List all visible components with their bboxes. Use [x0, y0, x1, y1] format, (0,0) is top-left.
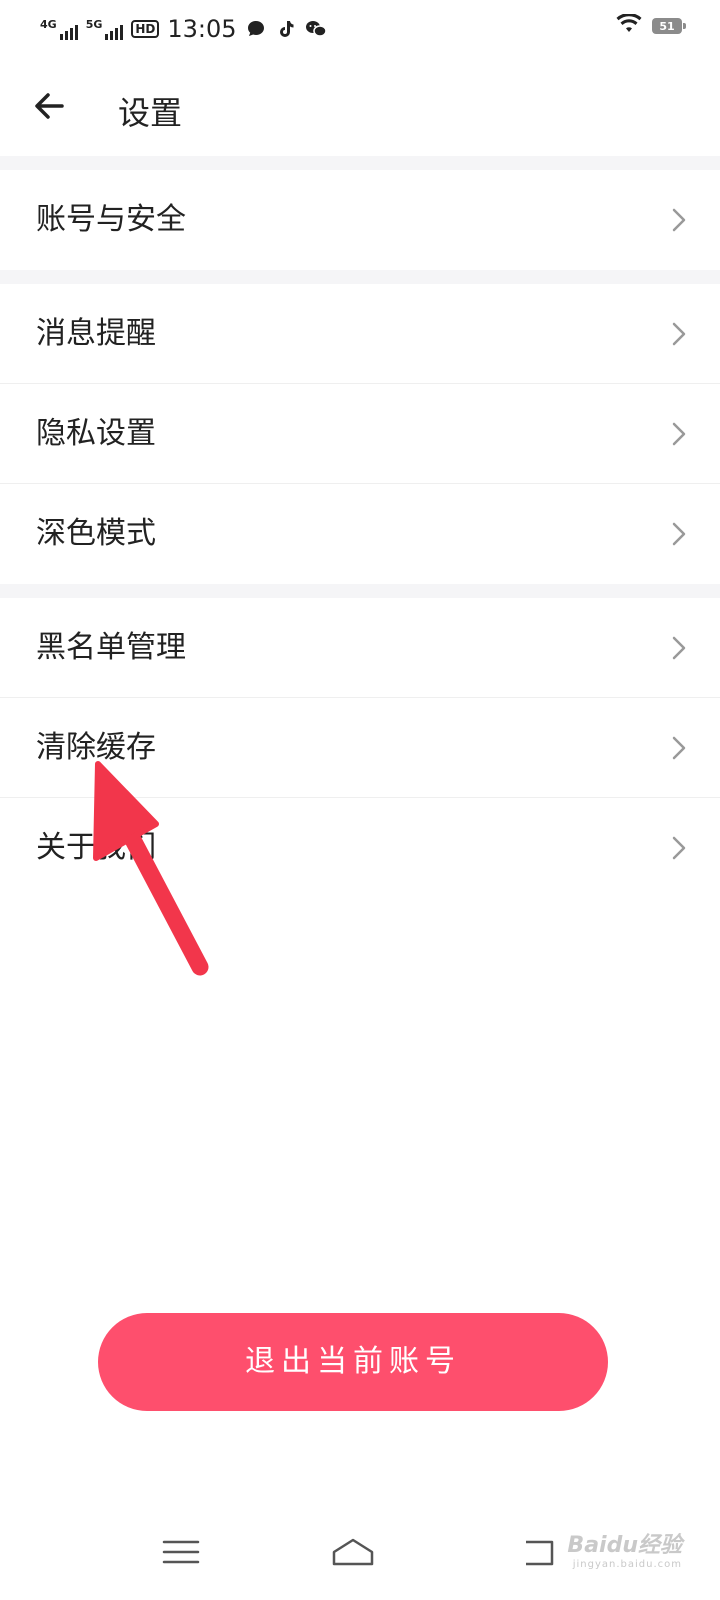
menu-item-label: 消息提醒 — [36, 316, 156, 351]
wifi-icon — [616, 13, 642, 38]
menu-icon[interactable] — [156, 1532, 206, 1572]
chevron-right-icon — [672, 836, 686, 860]
battery-icon: 51 — [652, 18, 686, 34]
watermark-text: Baidu经验 — [567, 1533, 682, 1558]
wechat-icon — [305, 18, 327, 40]
home-icon[interactable] — [328, 1532, 378, 1572]
section-divider — [0, 584, 720, 598]
section-divider — [0, 270, 720, 284]
menu-item-label: 关于我们 — [36, 830, 156, 865]
status-bar: 4G 5G HD 13:05 51 — [0, 0, 720, 60]
menu-item-label: 深色模式 — [36, 516, 156, 551]
network-type-label: 5G — [85, 18, 103, 31]
menu-item-blacklist[interactable]: 黑名单管理 — [0, 598, 720, 698]
page-title: 设置 — [118, 94, 183, 132]
network-type-label: 4G — [40, 18, 57, 31]
message-bubble-icon — [245, 18, 267, 40]
hd-voice-icon: HD — [131, 20, 160, 38]
chevron-right-icon — [672, 636, 686, 660]
page-header: 设置 — [0, 60, 720, 156]
menu-item-clear-cache[interactable]: 清除缓存 — [0, 698, 720, 798]
watermark-url: jingyan.baidu.com — [572, 1559, 682, 1570]
cell-signal-5g-icon: 5G — [86, 18, 124, 40]
menu-item-dark-mode[interactable]: 深色模式 — [0, 484, 720, 584]
system-nav-bar: Baidu经验 jingyan.baidu.com — [0, 1510, 720, 1600]
chevron-right-icon — [672, 422, 686, 446]
chevron-right-icon — [672, 208, 686, 232]
menu-item-label: 清除缓存 — [36, 730, 156, 765]
watermark-logo: Baidu经验 jingyan.baidu.com — [567, 1527, 682, 1570]
clock: 13:05 — [167, 15, 237, 43]
cell-signal-4g-icon: 4G — [40, 18, 78, 40]
chevron-right-icon — [672, 322, 686, 346]
menu-item-notifications[interactable]: 消息提醒 — [0, 284, 720, 384]
menu-item-about-us[interactable]: 关于我们 — [0, 798, 720, 898]
chevron-right-icon — [672, 522, 686, 546]
menu-item-label: 隐私设置 — [36, 416, 156, 451]
back-nav-icon[interactable] — [514, 1532, 564, 1572]
logout-button[interactable]: 退出当前账号 — [98, 1313, 608, 1411]
menu-item-privacy[interactable]: 隐私设置 — [0, 384, 720, 484]
tiktok-icon — [275, 18, 297, 40]
menu-item-account-security[interactable]: 账号与安全 — [0, 170, 720, 270]
chevron-right-icon — [672, 736, 686, 760]
menu-item-label: 黑名单管理 — [36, 630, 186, 665]
menu-item-label: 账号与安全 — [36, 202, 186, 237]
back-arrow-icon[interactable] — [30, 86, 70, 126]
section-divider — [0, 156, 720, 170]
